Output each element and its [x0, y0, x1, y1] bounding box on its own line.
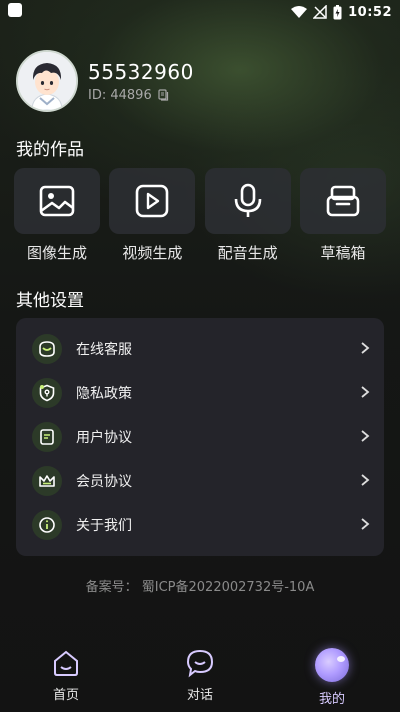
user-id: ID: 44896	[88, 87, 152, 103]
settings-item-user-agreement[interactable]: 用户协议	[16, 415, 384, 459]
work-label: 视频生成	[122, 244, 183, 262]
chevron-right-icon	[361, 474, 370, 486]
work-label: 配音生成	[217, 244, 278, 262]
settings-item-about-us[interactable]: 关于我们	[16, 503, 384, 547]
tab-mine[interactable]: 我的	[292, 648, 372, 707]
settings-section-title: 其他设置	[16, 291, 84, 311]
microphone-icon	[234, 183, 261, 217]
notification-icon	[8, 3, 22, 17]
work-image-generation[interactable]: 图像生成	[14, 168, 100, 263]
crown-icon	[39, 475, 55, 487]
tab-home[interactable]: 首页	[26, 648, 106, 703]
work-voice-generation[interactable]: 配音生成	[204, 168, 291, 263]
status-bar: 10:52	[0, 0, 400, 24]
wifi-icon	[291, 6, 308, 18]
tab-label: 首页	[52, 688, 79, 703]
chat-bubble-icon	[186, 649, 214, 678]
works-section-title: 我的作品	[16, 140, 84, 160]
battery-charging-icon	[333, 4, 342, 19]
chevron-right-icon	[361, 386, 370, 398]
avatar-illustration	[18, 52, 76, 110]
customer-service-icon	[39, 341, 55, 357]
settings-list: 在线客服 隐私政策 用户协议 会员协议 关于我们	[16, 318, 384, 556]
settings-item-membership-agreement[interactable]: 会员协议	[16, 459, 384, 503]
info-icon	[39, 517, 55, 533]
work-video-generation[interactable]: 视频生成	[109, 168, 196, 263]
work-label: 草稿箱	[320, 244, 366, 262]
settings-item-label: 隐私政策	[76, 386, 132, 402]
chevron-right-icon	[361, 430, 370, 442]
tab-label: 对话	[186, 688, 213, 703]
work-label: 图像生成	[26, 244, 87, 262]
settings-item-label: 关于我们	[76, 518, 132, 534]
signal-off-icon	[313, 5, 327, 19]
status-time: 10:52	[348, 4, 392, 20]
drafts-box-icon	[326, 185, 360, 217]
settings-item-label: 在线客服	[76, 342, 132, 358]
tab-label: 我的	[318, 692, 345, 707]
settings-item-label: 用户协议	[76, 430, 132, 446]
settings-item-label: 会员协议	[76, 474, 132, 490]
settings-item-customer-service[interactable]: 在线客服	[16, 327, 384, 371]
work-drafts[interactable]: 草稿箱	[299, 168, 386, 263]
profile-orb-icon	[315, 648, 349, 682]
privacy-shield-icon	[39, 384, 55, 402]
username: 55532960	[88, 59, 194, 84]
avatar[interactable]	[16, 50, 78, 112]
home-icon	[54, 650, 78, 676]
profile-header[interactable]: 55532960 ID: 44896	[16, 50, 194, 112]
works-grid: 图像生成 视频生成 配音生成 草稿箱	[14, 168, 386, 263]
video-play-icon	[136, 184, 169, 218]
copy-icon[interactable]	[158, 89, 169, 101]
bottom-tab-bar: 首页 对话 我的	[0, 640, 400, 712]
chevron-right-icon	[361, 518, 370, 530]
document-icon	[40, 429, 54, 445]
image-icon	[39, 185, 75, 217]
settings-item-privacy[interactable]: 隐私政策	[16, 371, 384, 415]
icp-filing-number: 备案号： 蜀ICP备2022002732号-10A	[85, 580, 315, 595]
chevron-right-icon	[361, 342, 370, 354]
tab-chat[interactable]: 对话	[160, 648, 240, 703]
